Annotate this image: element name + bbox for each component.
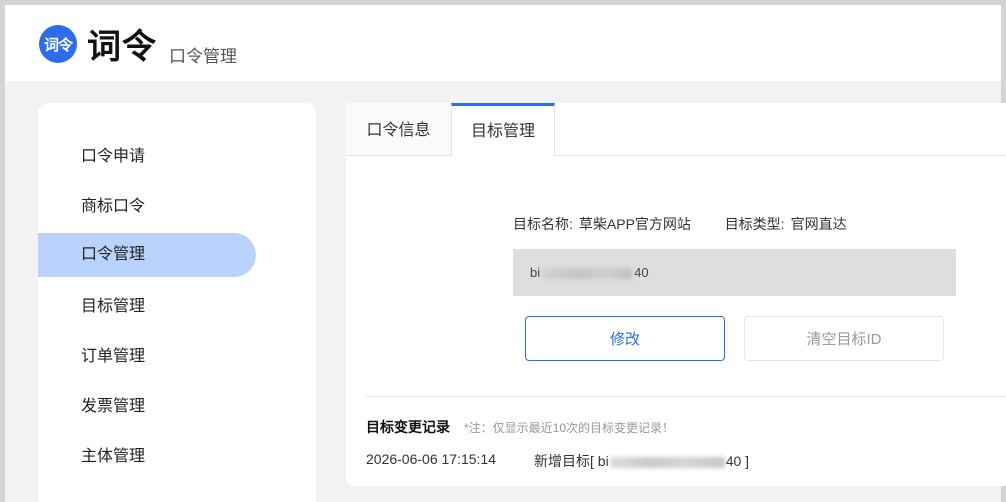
section-divider [366,396,1006,397]
target-name-label: 目标名称: [513,216,573,232]
app-header: 词令 词令 口令管理 [5,5,1001,81]
sidebar-item-target-manage[interactable]: 目标管理 [38,285,256,329]
tab-target-manage[interactable]: 目标管理 [451,103,555,156]
log-entry-time: 2026-06-06 17:15:14 [366,451,496,467]
main-panel: 口令信息 目标管理 目标名称: 草柴APP官方网站 目标类型: 官网直达 bi 40 … [346,103,1006,486]
target-type-value: 官网直达 [790,216,847,232]
target-meta: 目标名称: 草柴APP官方网站 目标类型: 官网直达 [513,214,853,234]
edit-button[interactable]: 修改 [525,316,725,361]
log-action-suffix: 40 ] [725,453,750,469]
sidebar-item-token-apply[interactable]: 口令申请 [38,135,256,179]
sidebar-item-invoice-manage[interactable]: 发票管理 [38,385,256,429]
log-action-prefix: 新增目标[ bi [534,453,609,469]
brand-name: 词令 [87,28,157,66]
change-log-note: *注：仅显示最近10次的目标变更记录！ [464,421,675,435]
sidebar-item-token-manage[interactable]: 口令管理 [38,233,256,277]
target-name-value: 草柴APP官方网站 [578,216,691,232]
target-id-prefix: bi [530,265,541,280]
change-log-title: 目标变更记录 [366,419,450,435]
sidebar-item-entity-manage[interactable]: 主体管理 [38,435,256,479]
tab-bar: 口令信息 目标管理 [346,103,1006,156]
page-subtitle: 口令管理 [169,47,237,66]
redacted-blur [609,456,725,468]
target-id-suffix: 40 [634,265,649,280]
tab-token-info[interactable]: 口令信息 [346,103,451,155]
sidebar: 口令申请 商标口令 口令管理 目标管理 订单管理 发票管理 主体管理 [38,103,316,502]
app-logo-icon: 词令 [39,25,77,63]
target-id-field[interactable]: bi 40 [513,249,956,296]
sidebar-item-trademark-token[interactable]: 商标口令 [38,185,256,229]
redacted-blur [542,268,633,280]
sidebar-item-order-manage[interactable]: 订单管理 [38,335,256,379]
clear-target-id-button[interactable]: 清空目标ID [744,316,944,361]
target-type-label: 目标类型: [724,216,785,232]
log-entry-action: 新增目标[ bi 40 ] [534,451,749,471]
